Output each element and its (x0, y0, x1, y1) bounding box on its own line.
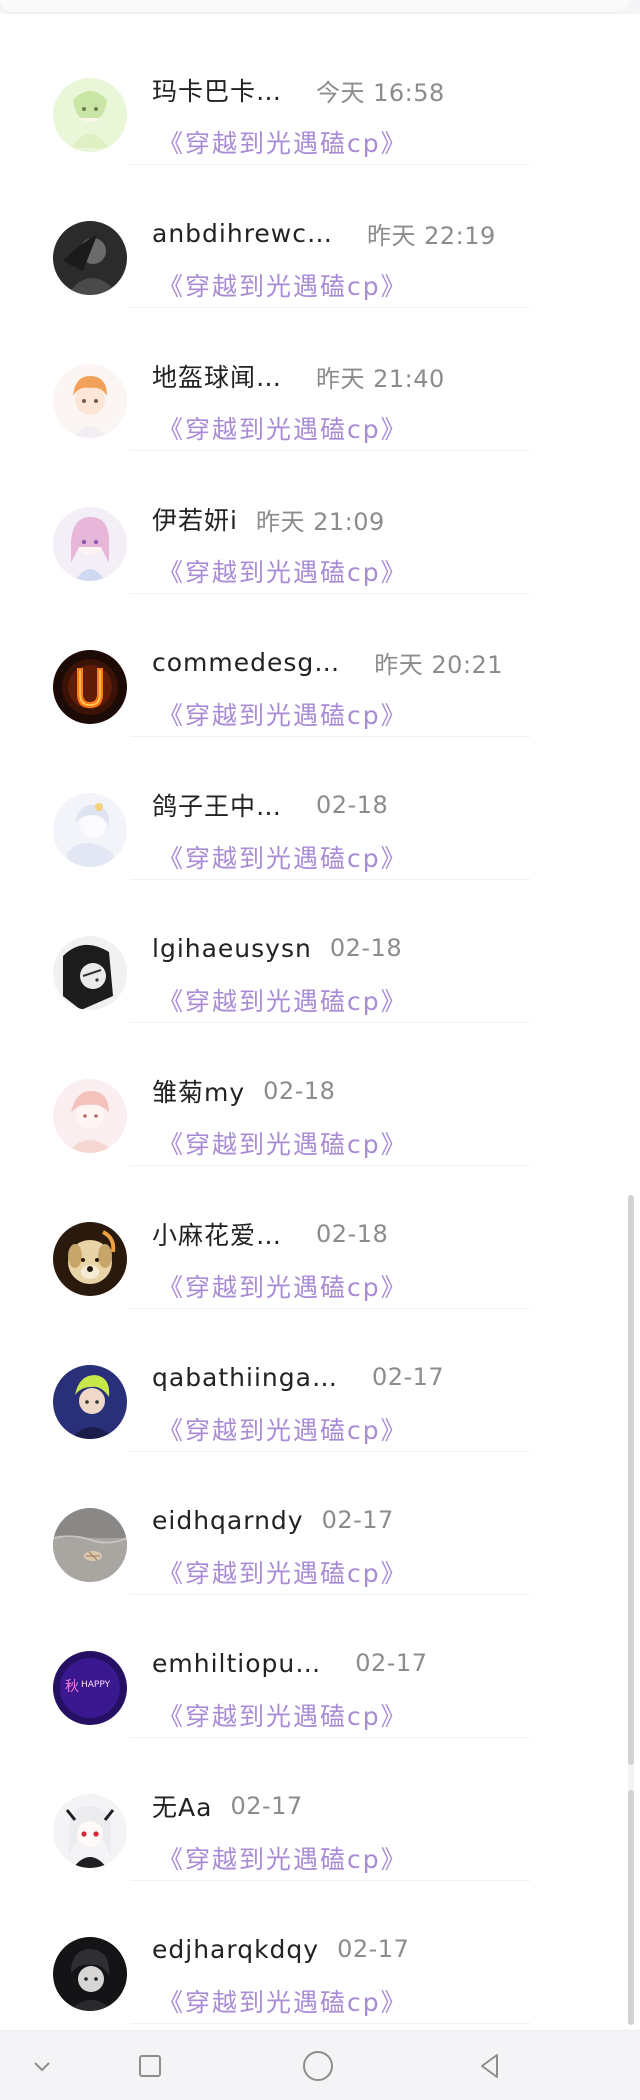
conversation-row[interactable]: eidhqarndy 02-17 《穿越到光遇磕cp》 (0, 1452, 640, 1595)
group-title-link[interactable]: 《穿越到光遇磕cp》 (158, 982, 408, 1018)
message-time: 02-17 (337, 1935, 410, 1963)
name-time-line: 地盔球闻… 昨天 21:40 (152, 356, 445, 396)
dog-avatar[interactable] (53, 1222, 127, 1296)
row-divider (130, 2023, 530, 2024)
contact-name: 伊若妍i (152, 506, 238, 535)
name-time-line: emhiltiopu… 02-17 (152, 1643, 427, 1683)
name-time-line: edjharqkdqy 02-17 (152, 1929, 409, 1969)
message-time: 02-17 (230, 1792, 303, 1820)
group-title-link[interactable]: 《穿越到光遇磕cp》 (158, 1125, 408, 1161)
message-time: 昨天 20:21 (374, 650, 504, 679)
nav-home-icon[interactable] (278, 2031, 358, 2100)
conversation-row[interactable]: qabathiinga… 02-17 《穿越到光遇磕cp》 (0, 1309, 640, 1452)
name-time-line: 玛卡巴卡… 今天 16:58 (152, 70, 445, 110)
message-time: 02-18 (316, 1220, 389, 1248)
contact-name: 玛卡巴卡… (152, 77, 283, 106)
message-time: 02-17 (321, 1506, 394, 1534)
scrollbar-thumb-lower[interactable] (628, 1790, 634, 2025)
scrollbar-thumb[interactable] (628, 1195, 634, 1765)
svg-text:HAPPY: HAPPY (81, 1680, 111, 1690)
name-time-line: 伊若妍i 昨天 21:09 (152, 499, 385, 539)
group-title-link[interactable]: 《穿越到光遇磕cp》 (158, 839, 408, 875)
group-title-link[interactable]: 《穿越到光遇磕cp》 (158, 1268, 408, 1304)
conversation-row[interactable]: anbdihrewc… 昨天 22:19 《穿越到光遇磕cp》 (0, 165, 640, 308)
contact-name: edjharqkdqy (152, 1934, 320, 1964)
nav-hide-icon[interactable] (2, 2031, 82, 2100)
group-title-link[interactable]: 《穿越到光遇磕cp》 (158, 1411, 408, 1447)
conversation-row[interactable]: edjharqkdqy 02-17 《穿越到光遇磕cp》 (0, 1881, 640, 2024)
dark-photo-avatar[interactable] (53, 221, 127, 295)
bw-girl-avatar[interactable] (53, 936, 127, 1010)
conversation-row[interactable]: 玛卡巴卡… 今天 16:58 《穿越到光遇磕cp》 (0, 22, 640, 165)
svg-text:秋: 秋 (65, 1679, 79, 1695)
message-time: 昨天 21:09 (255, 507, 385, 536)
contact-name: eidhqarndy (152, 1505, 304, 1535)
message-time: 昨天 21:40 (316, 364, 445, 393)
conversation-row[interactable]: 小麻花爱… 02-18 《穿越到光遇磕cp》 (0, 1166, 640, 1309)
name-time-line: commedesg… 昨天 20:21 (152, 642, 503, 682)
group-title-link[interactable]: 《穿越到光遇磕cp》 (158, 1554, 408, 1590)
nav-back-icon[interactable] (450, 2031, 530, 2100)
message-time: 02-18 (263, 1077, 336, 1105)
name-time-line: 无Aa 02-17 (152, 1786, 303, 1826)
name-time-line: anbdihrewc… 昨天 22:19 (152, 213, 496, 253)
message-time: 02-17 (355, 1649, 428, 1677)
pink-anime-girl-avatar[interactable] (53, 507, 127, 581)
group-title-link[interactable]: 《穿越到光遇磕cp》 (158, 1840, 408, 1876)
group-title-link[interactable]: 《穿越到光遇磕cp》 (158, 1983, 408, 2019)
conversation-row[interactable]: 伊若妍i 昨天 21:09 《穿越到光遇磕cp》 (0, 451, 640, 594)
dark-anime-boy-avatar[interactable] (53, 1937, 127, 2011)
contact-name: 雏菊my (152, 1078, 246, 1107)
system-navigation-bar (0, 2030, 640, 2100)
conversation-row[interactable]: 雏菊my 02-18 《穿越到光遇磕cp》 (0, 1023, 640, 1166)
conversation-row[interactable]: 秋 HAPPY emhiltiopu… 02-17 《穿越到光遇磕cp》 (0, 1595, 640, 1738)
contact-name: commedesg… (152, 647, 341, 677)
message-time: 02-18 (316, 791, 389, 819)
group-title-link[interactable]: 《穿越到光遇磕cp》 (158, 1697, 408, 1733)
top-card-edge (0, 0, 630, 12)
name-time-line: 雏菊my 02-18 (152, 1071, 335, 1111)
name-time-line: lgihaeusysn 02-18 (152, 928, 402, 968)
conversation-row[interactable]: 鸽子王中… 02-18 《穿越到光遇磕cp》 (0, 737, 640, 880)
purple-text-logo-avatar[interactable]: 秋 HAPPY (53, 1651, 127, 1725)
message-time: 02-18 (329, 934, 403, 962)
fire-letter-u-avatar[interactable] (53, 650, 127, 724)
nav-recents-icon[interactable] (110, 2031, 190, 2100)
conversation-row[interactable]: 无Aa 02-17 《穿越到光遇磕cp》 (0, 1738, 640, 1881)
contact-name: 地盔球闻… (152, 363, 283, 392)
group-title-link[interactable]: 《穿越到光遇磕cp》 (158, 410, 408, 446)
white-hair-anime-avatar[interactable] (53, 1794, 127, 1868)
anime-girl-green-avatar[interactable] (53, 78, 127, 152)
contact-name: anbdihrewc… (152, 218, 333, 248)
beach-shell-avatar[interactable] (53, 1508, 127, 1582)
orange-hair-boy-avatar[interactable] (53, 364, 127, 438)
message-time: 今天 16:58 (316, 78, 445, 107)
message-time: 02-17 (371, 1363, 445, 1391)
contact-name: 无Aa (152, 1793, 213, 1822)
contact-name: 小麻花爱… (152, 1221, 283, 1250)
conversation-row[interactable]: lgihaeusysn 02-18 《穿越到光遇磕cp》 (0, 880, 640, 1023)
group-title-link[interactable]: 《穿越到光遇磕cp》 (158, 267, 408, 303)
name-time-line: eidhqarndy 02-17 (152, 1500, 394, 1540)
group-title-link[interactable]: 《穿越到光遇磕cp》 (158, 124, 408, 160)
conversation-row[interactable]: commedesg… 昨天 20:21 《穿越到光遇磕cp》 (0, 594, 640, 737)
contact-name: emhiltiopu… (152, 1648, 322, 1678)
conversation-list[interactable]: 玛卡巴卡… 今天 16:58 《穿越到光遇磕cp》 anbdihrewc… 昨天 22:… (0, 22, 640, 2024)
message-time: 昨天 22:19 (367, 221, 496, 250)
pastel-girl-avatar[interactable] (53, 1079, 127, 1153)
name-time-line: 鸽子王中… 02-18 (152, 785, 388, 825)
name-time-line: 小麻花爱… 02-18 (152, 1214, 388, 1254)
conversation-list-screen: 玛卡巴卡… 今天 16:58 《穿越到光遇磕cp》 anbdihrewc… 昨天 22:… (0, 0, 640, 2100)
name-time-line: qabathiinga… 02-17 (152, 1357, 444, 1397)
conversation-row[interactable]: 地盔球闻… 昨天 21:40 《穿越到光遇磕cp》 (0, 308, 640, 451)
contact-name: lgihaeusysn (152, 933, 312, 963)
neon-boy-avatar[interactable] (53, 1365, 127, 1439)
group-title-link[interactable]: 《穿越到光遇磕cp》 (158, 696, 408, 732)
contact-name: 鸽子王中… (152, 792, 283, 821)
contact-name: qabathiinga… (152, 1362, 338, 1392)
white-anime-avatar[interactable] (53, 793, 127, 867)
group-title-link[interactable]: 《穿越到光遇磕cp》 (158, 553, 408, 589)
